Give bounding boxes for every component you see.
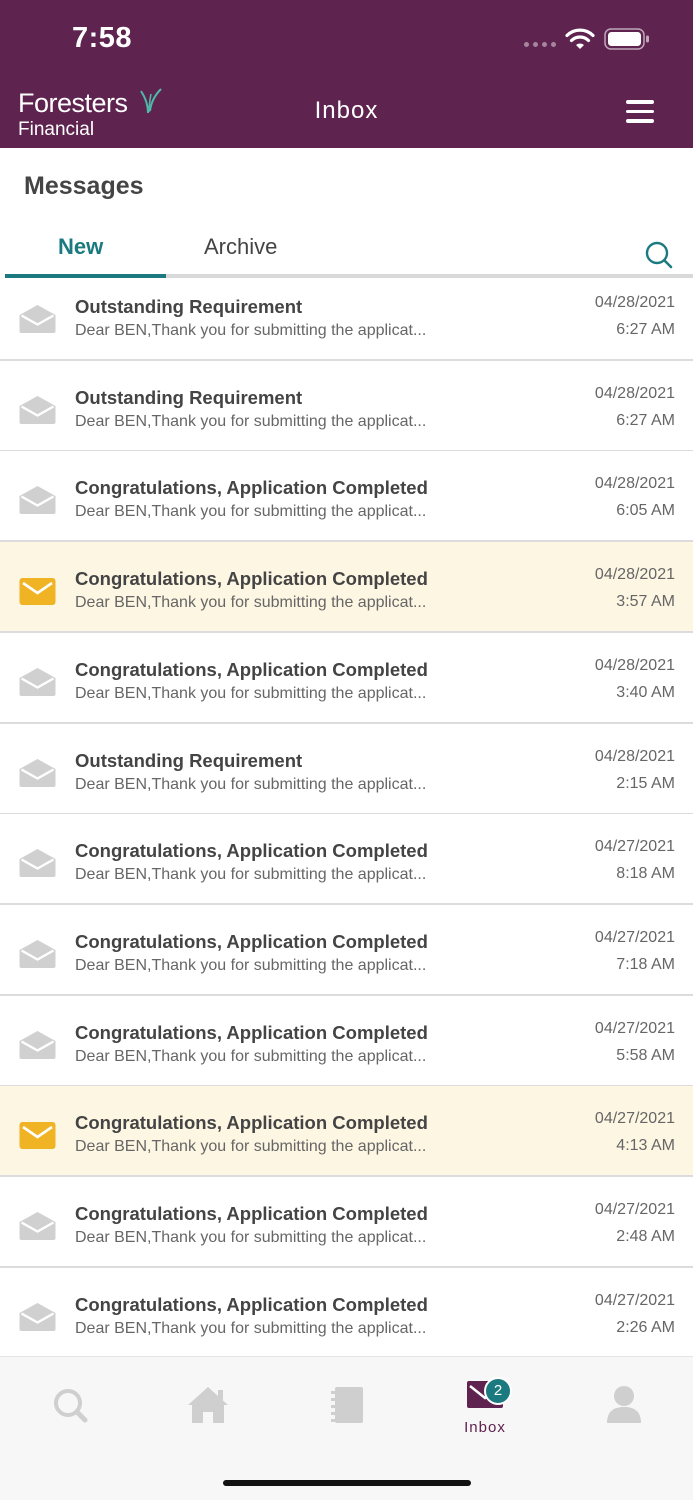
tab-active-indicator: [5, 274, 166, 278]
message-time: 2:48 AM: [616, 1228, 675, 1245]
message-preview: Dear BEN,Thank you for submitting the ap…: [75, 1047, 427, 1065]
tabbar-notebook[interactable]: [317, 1381, 377, 1441]
message-preview: Dear BEN,Thank you for submitting the ap…: [75, 1138, 427, 1156]
bottom-tab-bar: 2 Inbox: [0, 1356, 693, 1500]
message-subject: Congratulations, Application Completed: [75, 1293, 428, 1315]
message-preview: Dear BEN,Thank you for submitting the ap…: [75, 1229, 427, 1246]
message-subject: Congratulations, Application Completed: [75, 1203, 428, 1224]
envelope-open-icon: [19, 758, 56, 787]
message-row[interactable]: Congratulations, Application Completed D…: [0, 542, 693, 634]
message-subject: Outstanding Requirement: [75, 386, 303, 408]
inbox-badge: 2: [484, 1377, 512, 1405]
message-date: 04/28/2021: [594, 747, 675, 765]
message-row[interactable]: Outstanding Requirement Dear BEN,Thank y…: [0, 360, 693, 452]
tabbar-inbox-label: Inbox: [464, 1419, 506, 1436]
home-indicator: [223, 1480, 471, 1486]
page-title: Messages: [24, 172, 144, 200]
home-icon: [188, 1387, 228, 1423]
message-preview: Dear BEN,Thank you for submitting the ap…: [75, 956, 427, 974]
notebook-icon: [331, 1387, 363, 1423]
message-row[interactable]: Outstanding Requirement Dear BEN,Thank y…: [0, 280, 693, 361]
message-date: 04/27/2021: [594, 1291, 675, 1309]
message-time: 6:05 AM: [616, 502, 675, 520]
status-time: 7:58: [72, 22, 133, 54]
message-row[interactable]: Outstanding Requirement Dear BEN,Thank y…: [0, 723, 693, 815]
message-row[interactable]: Congratulations, Application Completed D…: [0, 995, 693, 1087]
message-date: 04/28/2021: [594, 566, 675, 584]
message-subject: Congratulations, Application Completed: [75, 568, 428, 590]
message-preview: Dear BEN,Thank you for submitting the ap…: [75, 1319, 427, 1337]
envelope-open-icon: [19, 1030, 56, 1059]
message-row[interactable]: Congratulations, Application Completed D…: [0, 1086, 693, 1178]
envelope-open-icon: [19, 395, 56, 424]
envelope-unread-icon: [19, 1122, 56, 1150]
message-date: 04/27/2021: [594, 1110, 675, 1128]
tab-archive[interactable]: Archive: [204, 234, 277, 260]
message-date: 04/28/2021: [594, 294, 675, 311]
message-row[interactable]: Congratulations, Application Completed D…: [0, 904, 693, 996]
message-preview: Dear BEN,Thank you for submitting the ap…: [75, 775, 427, 793]
message-time: 5:58 AM: [616, 1046, 675, 1064]
message-preview: Dear BEN,Thank you for submitting the ap…: [75, 322, 427, 339]
message-time: 2:15 AM: [616, 774, 675, 792]
message-row[interactable]: Congratulations, Application Completed D…: [0, 632, 693, 724]
message-date: 04/28/2021: [594, 475, 675, 493]
tabbar-inbox[interactable]: 2 Inbox: [455, 1377, 515, 1441]
message-date: 04/27/2021: [594, 1019, 675, 1037]
message-subject: Congratulations, Application Completed: [75, 658, 428, 680]
envelope-open-icon: [19, 486, 56, 515]
envelope-open-icon: [19, 305, 56, 333]
envelope-open-icon: [19, 1302, 56, 1331]
message-time: 3:40 AM: [616, 683, 675, 701]
message-time: 4:13 AM: [616, 1137, 675, 1155]
message-subject: Congratulations, Application Completed: [75, 1112, 428, 1134]
message-time: 7:18 AM: [616, 955, 675, 973]
message-row[interactable]: Congratulations, Application Completed D…: [0, 1267, 693, 1356]
battery-icon: [604, 28, 649, 50]
message-tabs: New Archive: [0, 224, 693, 280]
message-date: 04/28/2021: [594, 384, 675, 402]
message-date: 04/27/2021: [594, 838, 675, 856]
message-subject: Outstanding Requirement: [75, 296, 303, 317]
app-header: 7:58 Foresters Financial Inbox: [0, 0, 693, 148]
tabbar-search[interactable]: [40, 1381, 100, 1441]
hamburger-menu-icon[interactable]: [626, 100, 660, 124]
envelope-open-icon: [19, 667, 56, 696]
message-preview: Dear BEN,Thank you for submitting the ap…: [75, 412, 427, 430]
message-date: 04/27/2021: [594, 1201, 675, 1218]
message-time: 2:26 AM: [616, 1318, 675, 1336]
search-icon[interactable]: [644, 240, 674, 270]
message-preview: Dear BEN,Thank you for submitting the ap…: [75, 866, 427, 884]
message-date: 04/27/2021: [594, 928, 675, 946]
message-time: 8:18 AM: [616, 865, 675, 883]
message-time: 3:57 AM: [616, 593, 675, 611]
message-subject: Congratulations, Application Completed: [75, 477, 428, 499]
message-row[interactable]: Congratulations, Application Completed D…: [0, 451, 693, 543]
wifi-icon: [565, 28, 595, 49]
profile-icon: [607, 1386, 641, 1423]
message-date: 04/28/2021: [594, 656, 675, 674]
envelope-open-icon: [19, 1212, 56, 1240]
message-list[interactable]: Outstanding Requirement Dear BEN,Thank y…: [0, 280, 693, 1356]
message-preview: Dear BEN,Thank you for submitting the ap…: [75, 503, 427, 521]
envelope-open-icon: [19, 939, 56, 968]
message-subject: Congratulations, Application Completed: [75, 840, 428, 862]
tabbar-profile[interactable]: [594, 1381, 654, 1441]
envelope-open-icon: [19, 849, 56, 878]
nav-title: Inbox: [314, 97, 379, 124]
message-subject: Congratulations, Application Completed: [75, 1021, 428, 1043]
message-subject: Outstanding Requirement: [75, 749, 303, 771]
search-icon: [54, 1389, 88, 1423]
message-time: 6:27 AM: [616, 411, 675, 429]
message-row[interactable]: Congratulations, Application Completed D…: [0, 814, 693, 906]
message-preview: Dear BEN,Thank you for submitting the ap…: [75, 684, 427, 702]
tab-new[interactable]: New: [58, 234, 103, 260]
message-subject: Congratulations, Application Completed: [75, 930, 428, 952]
message-time: 6:27 AM: [616, 321, 675, 338]
message-row[interactable]: Congratulations, Application Completed D…: [0, 1177, 693, 1268]
message-preview: Dear BEN,Thank you for submitting the ap…: [75, 594, 427, 612]
envelope-unread-icon: [19, 578, 56, 606]
cellular-signal-icon: [524, 42, 556, 47]
tabbar-home[interactable]: [178, 1381, 238, 1441]
